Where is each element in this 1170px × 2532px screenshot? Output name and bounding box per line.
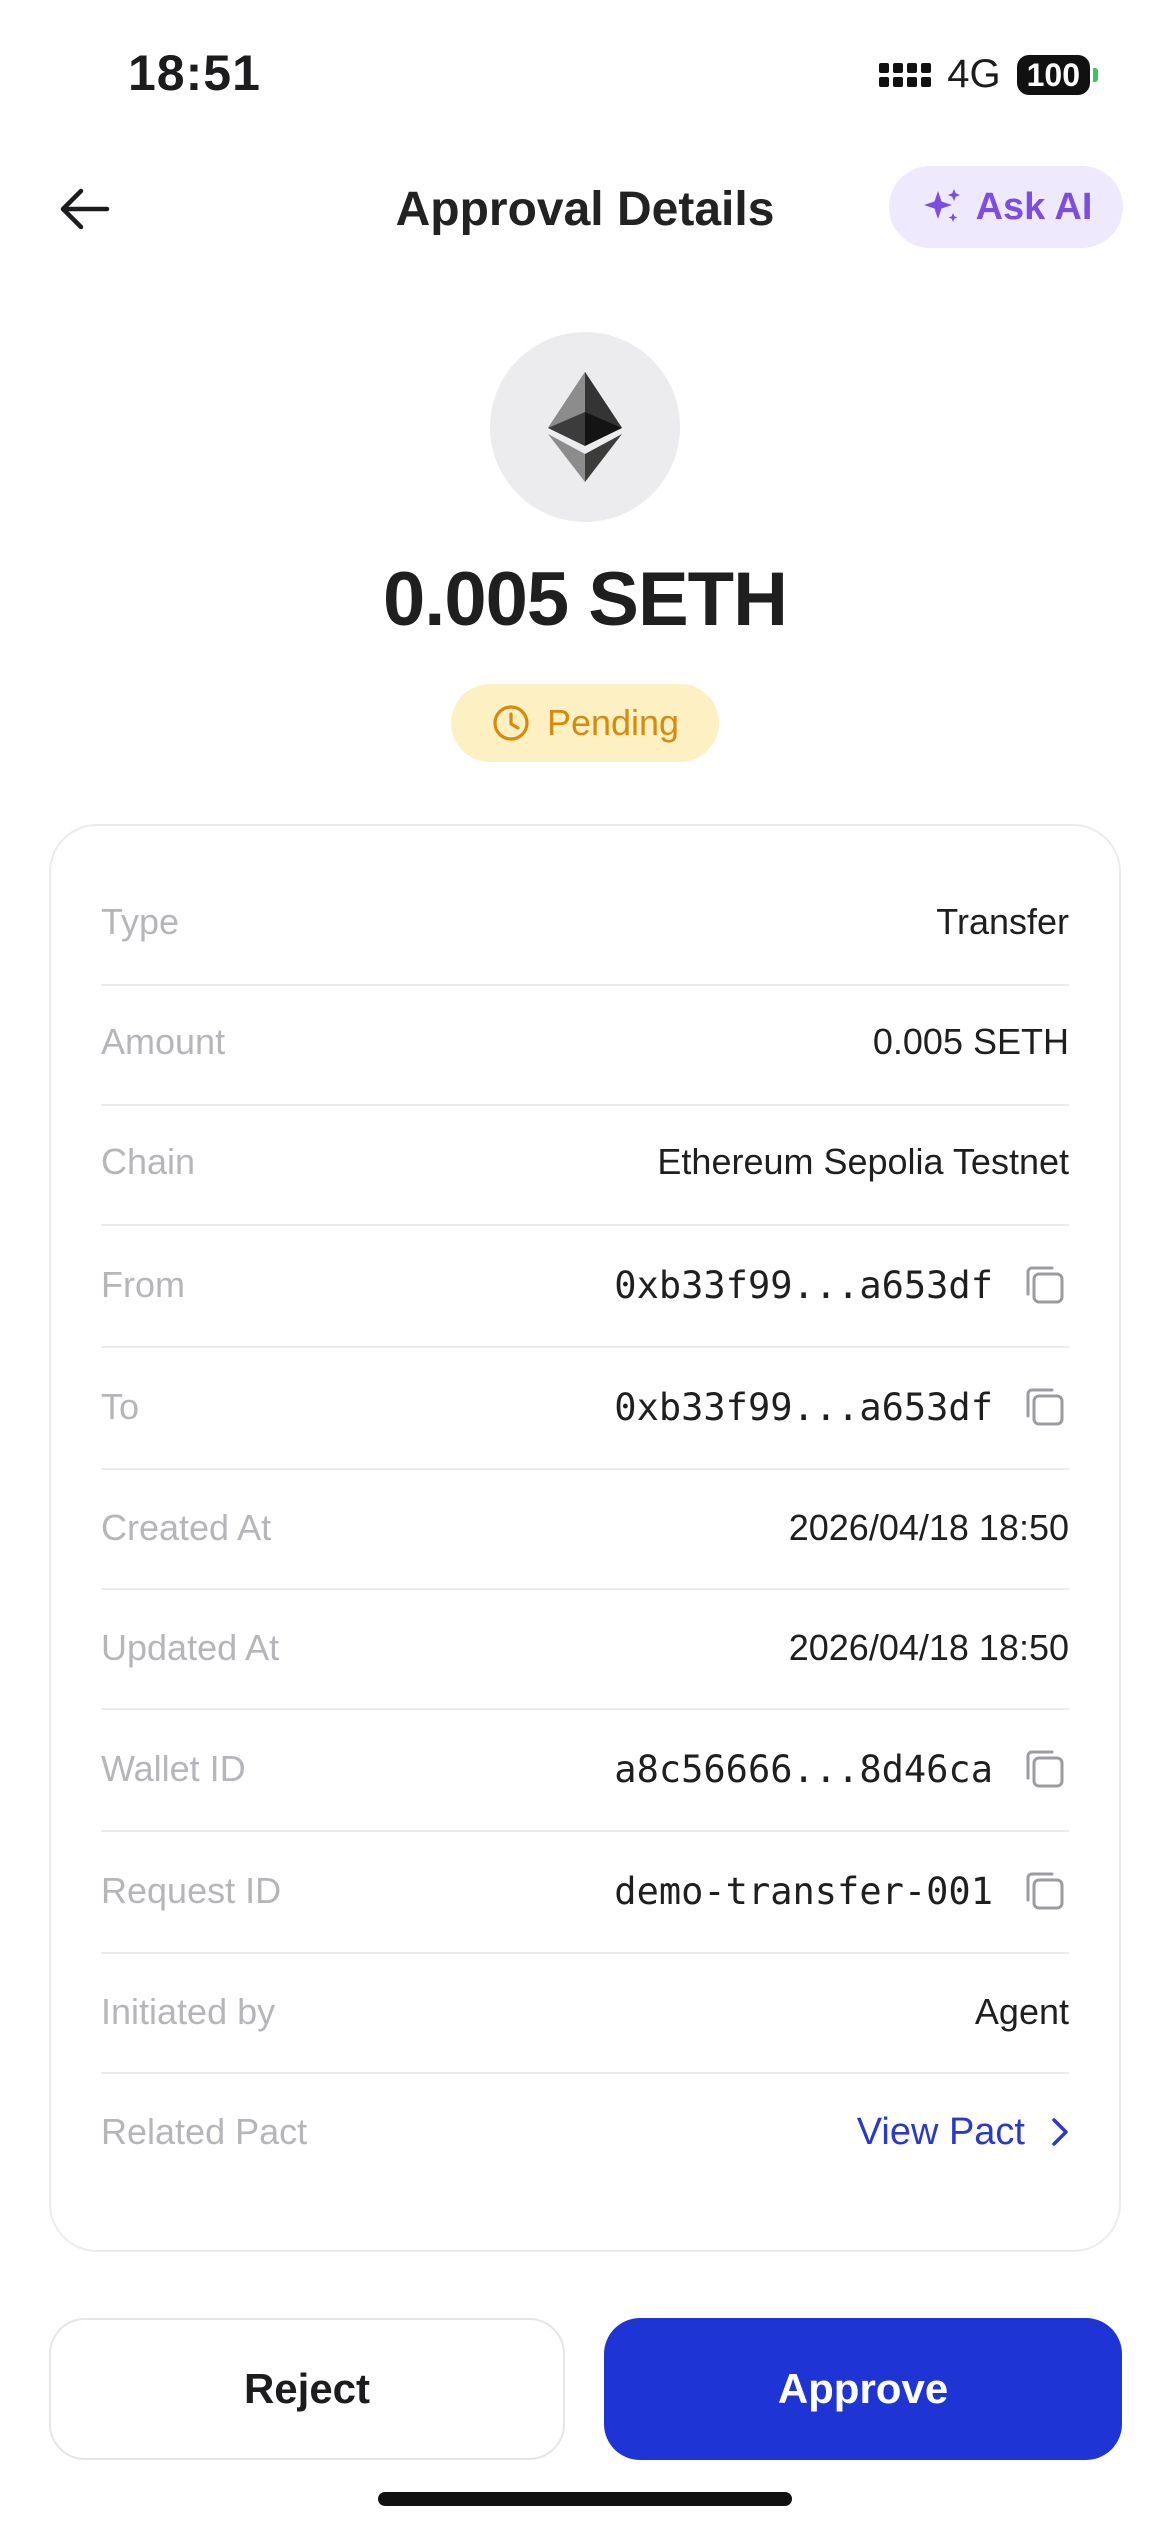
view-pact-label: View Pact (856, 2110, 1025, 2153)
to-address: 0xb33f99...a653df (614, 1385, 993, 1429)
detail-row-created-at: Created At 2026/04/18 18:50 (101, 1488, 1069, 1568)
sparkle-icon (923, 189, 960, 222)
reject-button[interactable]: Reject (49, 2318, 565, 2460)
detail-row-amount: Amount 0.005 SETH (101, 1002, 1069, 1082)
divider (101, 1104, 1069, 1106)
detail-label: Initiated by (101, 1991, 276, 2032)
copy-request-id-button[interactable] (1021, 1867, 1069, 1915)
detail-label: Updated At (101, 1627, 280, 1668)
divider (101, 1346, 1069, 1348)
detail-label: Related Pact (101, 2111, 308, 2152)
detail-value: 2026/04/18 18:50 (788, 1627, 1069, 1668)
wallet-id-value: a8c56666...8d46ca (614, 1747, 993, 1791)
detail-label: Request ID (101, 1870, 282, 1911)
divider (101, 1588, 1069, 1590)
details-card: Type Transfer Amount 0.005 SETH Chain Et… (49, 824, 1121, 2252)
header: Approval Details Ask AI (0, 160, 1170, 256)
detail-label: Amount (101, 1021, 226, 1062)
status-bar: 18:51 4G 100 (0, 0, 1170, 140)
detail-value-wrap: a8c56666...8d46ca (614, 1745, 1069, 1793)
detail-value: 2026/04/18 18:50 (788, 1507, 1069, 1548)
request-id-value: demo-transfer-001 (614, 1869, 993, 1913)
detail-label: From (101, 1264, 185, 1305)
detail-row-type: Type Transfer (101, 882, 1069, 962)
detail-label: Type (101, 901, 180, 942)
detail-value: Agent (974, 1991, 1069, 2032)
battery-icon: 100 (1016, 54, 1098, 95)
divider (101, 1830, 1069, 1832)
detail-row-chain: Chain Ethereum Sepolia Testnet (101, 1122, 1069, 1202)
divider (101, 1952, 1069, 1954)
detail-label: Created At (101, 1507, 272, 1548)
detail-value-wrap: 0xb33f99...a653df (614, 1261, 1069, 1309)
detail-row-from: From 0xb33f99...a653df (101, 1244, 1069, 1326)
network-type: 4G (947, 52, 1001, 96)
ethereum-icon (548, 372, 622, 482)
from-address: 0xb33f99...a653df (614, 1263, 993, 1307)
divider (101, 1708, 1069, 1710)
status-time: 18:51 (128, 45, 261, 101)
copy-to-button[interactable] (1021, 1383, 1069, 1431)
view-pact-link[interactable]: View Pact (857, 2111, 1069, 2154)
copy-from-button[interactable] (1021, 1261, 1069, 1309)
detail-row-related-pact: Related Pact View Pact (101, 2092, 1069, 2172)
token-avatar (490, 332, 680, 522)
amount-title: 0.005 SETH (383, 557, 788, 642)
detail-value: Ethereum Sepolia Testnet (657, 1141, 1069, 1182)
approval-details-screen: 18:51 4G 100 Approval Details Ask AI 0.0… (0, 0, 1170, 2532)
status-label: Pending (546, 702, 680, 743)
divider (101, 1468, 1069, 1470)
clock-icon (493, 705, 529, 741)
signal-icon (879, 62, 932, 87)
detail-label: Chain (101, 1141, 196, 1182)
detail-value: Transfer (936, 901, 1069, 942)
approve-button[interactable]: Approve (604, 2318, 1122, 2460)
copy-icon (1026, 1388, 1064, 1426)
ask-ai-label: Ask AI (975, 185, 1093, 228)
copy-icon (1026, 1266, 1064, 1304)
copy-icon (1026, 1750, 1064, 1788)
status-badge: Pending (451, 684, 719, 762)
divider (101, 984, 1069, 986)
home-indicator (378, 2492, 792, 2506)
battery-level: 100 (1016, 54, 1090, 95)
copy-wallet-id-button[interactable] (1021, 1745, 1069, 1793)
status-indicators: 4G 100 (879, 52, 1098, 97)
detail-value-wrap: demo-transfer-001 (614, 1867, 1069, 1915)
detail-value-wrap: 0xb33f99...a653df (614, 1383, 1069, 1431)
detail-row-to: To 0xb33f99...a653df (101, 1366, 1069, 1448)
copy-icon (1026, 1872, 1064, 1910)
detail-row-initiated-by: Initiated by Agent (101, 1972, 1069, 2052)
divider (101, 2072, 1069, 2074)
detail-row-updated-at: Updated At 2026/04/18 18:50 (101, 1608, 1069, 1688)
detail-label: To (101, 1386, 140, 1427)
detail-row-wallet-id: Wallet ID a8c56666...8d46ca (101, 1728, 1069, 1810)
detail-value: 0.005 SETH (872, 1021, 1069, 1062)
detail-label: Wallet ID (101, 1748, 246, 1789)
ask-ai-button[interactable]: Ask AI (889, 166, 1123, 248)
detail-row-request-id: Request ID demo-transfer-001 (101, 1850, 1069, 1932)
chevron-right-icon (1052, 2118, 1068, 2146)
divider (101, 1224, 1069, 1226)
